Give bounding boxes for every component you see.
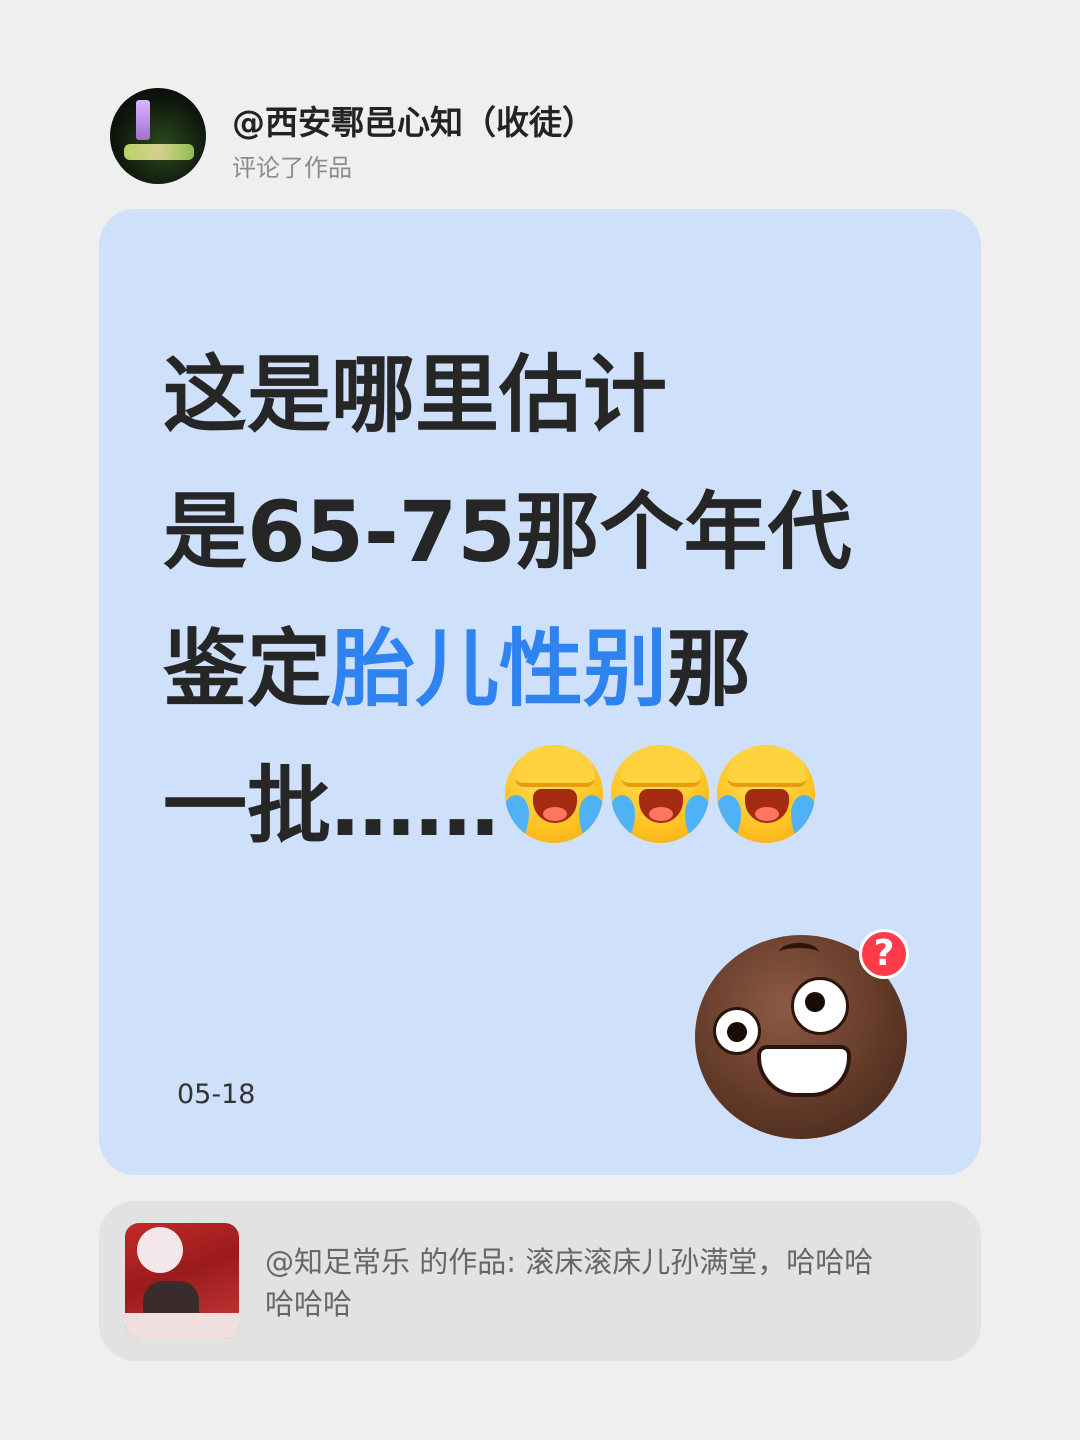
emoji-row (505, 745, 816, 843)
comment-line-3-pre: 鉴定 (163, 620, 332, 718)
facepalm-crying-icon (505, 745, 604, 843)
user-name[interactable]: @西安鄠邑心知（收徒） (232, 96, 595, 144)
question-mark-icon: ? (859, 929, 909, 979)
comment-line-4-text: 一批…… (163, 757, 500, 855)
comment-line-3: 鉴定胎儿性别那 (163, 601, 943, 738)
action-text: 评论了作品 (232, 154, 352, 182)
comment-line-1: 这是哪里估计 (163, 346, 668, 444)
comment-card[interactable]: 这是哪里估计 是65-75那个年代 鉴定胎儿性别那 一批…… 05-18 ? (99, 209, 981, 1175)
comment-highlight: 胎儿性别 (331, 620, 668, 718)
referenced-work-card[interactable]: @知足常乐 的作品: 滚床滚床儿孙满堂，哈哈哈 哈哈哈 (99, 1201, 981, 1361)
comment-date: 05-18 (177, 1079, 256, 1110)
avatar-lights (124, 144, 194, 160)
facepalm-crying-icon (717, 745, 816, 843)
referenced-work-line-2: 哈哈哈 (265, 1287, 353, 1321)
comment-text: 这是哪里估计 是65-75那个年代 鉴定胎儿性别那 一批…… (163, 327, 943, 875)
comment-line-2: 是65-75那个年代 (163, 483, 852, 581)
user-avatar[interactable] (110, 88, 206, 184)
referenced-work-text[interactable]: @知足常乐 的作品: 滚床滚床儿孙满堂，哈哈哈 哈哈哈 (265, 1241, 945, 1325)
comment-line-3-post: 那 (667, 620, 752, 718)
avatar-pagoda (136, 100, 150, 140)
confused-face-icon: ? (695, 929, 909, 1139)
facepalm-crying-icon (611, 745, 710, 843)
work-thumbnail[interactable] (125, 1223, 239, 1339)
comment-line-4: 一批…… (163, 738, 943, 875)
referenced-work-line-1: @知足常乐 的作品: 滚床滚床儿孙满堂，哈哈哈 (265, 1245, 874, 1279)
